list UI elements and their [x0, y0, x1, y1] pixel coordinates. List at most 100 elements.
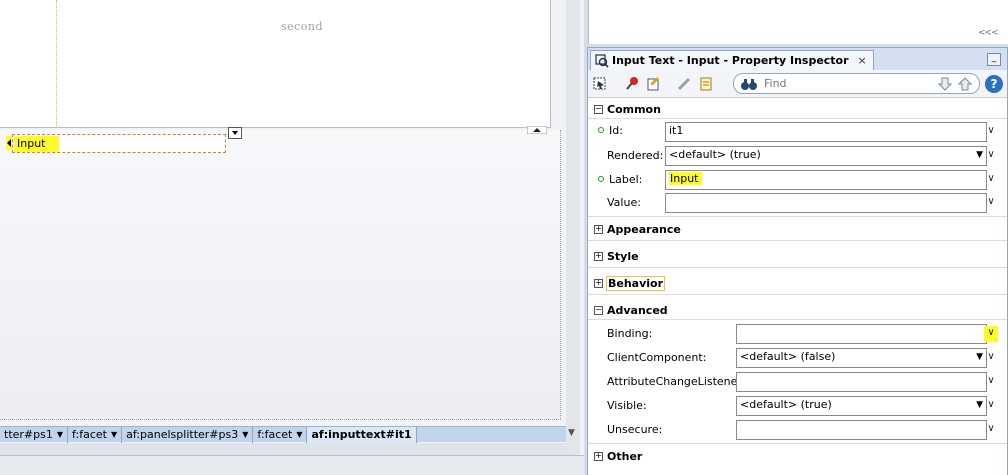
- scroll-down-icon[interactable]: ▼: [568, 428, 575, 438]
- chevron-down-icon[interactable]: ∨: [984, 124, 998, 138]
- breadcrumb-label: f:facet: [257, 428, 293, 441]
- section-title: Style: [607, 249, 639, 263]
- select-icon[interactable]: [592, 76, 608, 92]
- breadcrumb-item[interactable]: f:facet ▼: [253, 426, 308, 443]
- expand-icon[interactable]: +: [594, 251, 603, 261]
- structure-panel: [588, 0, 1008, 44]
- breadcrumb-item[interactable]: f:facet ▼: [68, 426, 123, 443]
- divider: [588, 267, 1007, 268]
- attribute-change-listener-label: AttributeChangeListener:: [607, 375, 746, 388]
- breadcrumb: tter#ps1 ▼ f:facet ▼ af:panelsplitter#ps3 ▼…: [0, 426, 570, 443]
- expand-icon[interactable]: +: [594, 278, 603, 288]
- find-input[interactable]: [762, 76, 916, 91]
- section-style[interactable]: + Style: [588, 247, 1007, 265]
- chevron-down-icon[interactable]: ∨: [984, 422, 998, 436]
- collapse-icon[interactable]: −: [594, 305, 603, 315]
- binding-label: Binding:: [607, 327, 653, 340]
- breadcrumb-item[interactable]: tter#ps1 ▼: [0, 426, 69, 443]
- collapse-arrows-icon[interactable]: <<<: [978, 28, 999, 38]
- close-icon[interactable]: ×: [858, 54, 867, 67]
- chevron-down-icon[interactable]: ∨: [984, 148, 998, 162]
- section-title: Behavior: [605, 275, 666, 291]
- section-appearance[interactable]: + Appearance: [588, 220, 1007, 238]
- section-advanced[interactable]: − Advanced: [588, 301, 1007, 319]
- chevron-down-icon[interactable]: ∨: [984, 172, 998, 186]
- section-title: Advanced: [607, 303, 668, 317]
- document-icon[interactable]: [698, 76, 714, 92]
- breadcrumb-label: af:panelsplitter#ps3: [126, 428, 239, 441]
- required-dot-icon: [598, 127, 604, 133]
- minimize-icon[interactable]: _: [987, 53, 1001, 66]
- chevron-down-icon[interactable]: ▼: [111, 430, 117, 439]
- find-box[interactable]: [733, 73, 980, 94]
- section-behavior[interactable]: + Behavior: [588, 274, 1007, 292]
- pin-icon[interactable]: [624, 76, 640, 92]
- panel-second-facet[interactable]: [0, 130, 561, 420]
- facet-menu-chevron-icon[interactable]: [228, 127, 242, 139]
- breadcrumb-item-current[interactable]: af:inputtext#it1: [307, 426, 417, 443]
- editor-bottom-strip: [0, 455, 584, 475]
- edit-icon[interactable]: [676, 76, 692, 92]
- rendered-label: Rendered:: [607, 149, 664, 162]
- breadcrumb-item[interactable]: af:panelsplitter#ps3 ▼: [122, 426, 254, 443]
- section-title: Other: [607, 449, 643, 463]
- chevron-down-icon[interactable]: ▼: [57, 430, 63, 439]
- edit-properties-icon[interactable]: [646, 76, 662, 92]
- divider: [588, 118, 1007, 119]
- visible-label: Visible:: [607, 399, 647, 412]
- tab-title: Input Text - Input - Property Inspector: [612, 54, 849, 67]
- divider: [588, 319, 1007, 320]
- tab-bar: Input Text - Input - Property Inspector …: [588, 48, 1007, 70]
- divider: [588, 240, 1007, 241]
- collapse-icon[interactable]: −: [594, 104, 603, 114]
- down-arrow-icon[interactable]: [937, 76, 953, 92]
- section-common[interactable]: − Common: [588, 100, 1007, 118]
- label-field[interactable]: Input: [665, 170, 987, 190]
- splitter-collapse-icon[interactable]: [526, 124, 548, 135]
- binding-field[interactable]: [736, 324, 987, 344]
- second-facet-label: second: [280, 20, 324, 33]
- client-component-label: ClientComponent:: [607, 351, 707, 364]
- id-label: Id:: [598, 124, 623, 137]
- selection-marker-icon: [6, 136, 12, 150]
- expand-icon[interactable]: +: [594, 224, 603, 234]
- chevron-down-icon[interactable]: ∨: [984, 326, 998, 342]
- section-title: Common: [607, 102, 661, 116]
- up-arrow-icon[interactable]: [957, 76, 973, 92]
- unsecure-field[interactable]: [736, 420, 987, 440]
- id-field[interactable]: it1: [665, 122, 987, 142]
- breadcrumb-label: f:facet: [72, 428, 107, 441]
- help-icon[interactable]: ?: [985, 75, 1003, 93]
- attribute-change-listener-field[interactable]: [736, 372, 987, 392]
- divider: [588, 294, 1007, 295]
- label-value: Input: [669, 172, 703, 185]
- divider: [588, 216, 1007, 217]
- input-text-label: Input: [14, 136, 60, 152]
- divider: [588, 443, 1007, 444]
- chevron-down-icon[interactable]: ∨: [984, 374, 998, 388]
- chevron-down-icon[interactable]: ∨: [984, 398, 998, 412]
- expand-icon[interactable]: +: [594, 451, 603, 461]
- inspector-properties: − Common Id: it1 ∨ Rendered: <default> (t…: [588, 99, 1007, 475]
- unsecure-label: Unsecure:: [607, 423, 663, 436]
- horizontal-scrollbar[interactable]: [0, 443, 570, 455]
- chevron-down-icon[interactable]: ▼: [296, 430, 302, 439]
- breadcrumb-label: af:inputtext#it1: [311, 428, 412, 441]
- chevron-down-icon[interactable]: ∨: [984, 195, 998, 209]
- required-dot-icon: [598, 176, 604, 182]
- section-title: Appearance: [607, 222, 681, 236]
- label-label: Label:: [598, 173, 642, 186]
- visible-select[interactable]: <default> (true): [736, 396, 987, 416]
- rendered-select[interactable]: <default> (true): [665, 146, 987, 166]
- inspector-toolbar: ?: [588, 70, 1007, 98]
- chevron-down-icon[interactable]: ∨: [984, 350, 998, 364]
- facet-divider: [56, 0, 57, 128]
- chevron-down-icon[interactable]: ▼: [242, 430, 248, 439]
- section-other[interactable]: + Other: [588, 447, 1007, 465]
- client-component-select[interactable]: <default> (false): [736, 348, 987, 368]
- value-field[interactable]: [665, 193, 987, 213]
- tab-property-inspector[interactable]: Input Text - Input - Property Inspector …: [590, 50, 874, 70]
- design-editor: second Input tter#ps1 ▼ f:facet ▼ af:panel…: [0, 0, 584, 475]
- binoculars-icon[interactable]: [740, 77, 758, 91]
- vertical-scrollbar[interactable]: [566, 0, 580, 456]
